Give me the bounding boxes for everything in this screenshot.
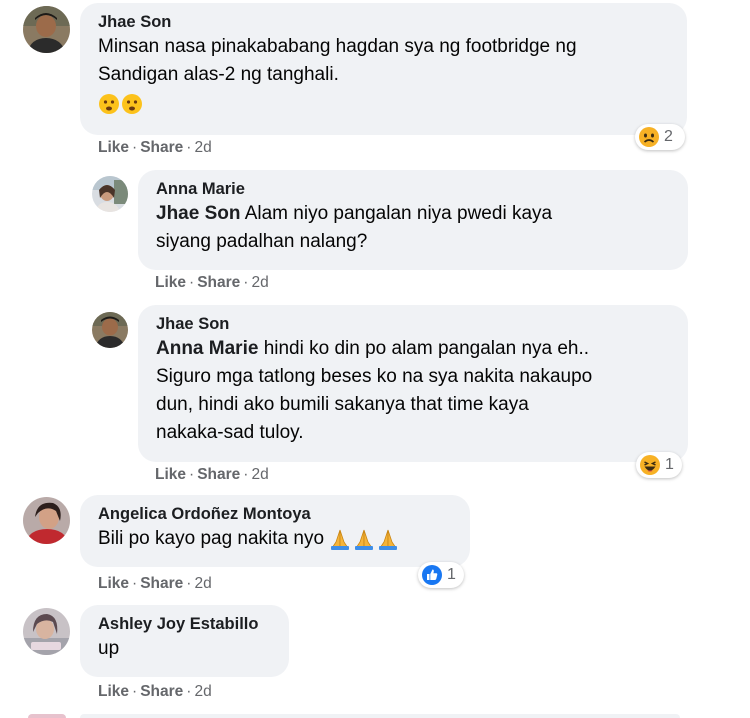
share-link[interactable]: Share	[140, 575, 183, 592]
share-link[interactable]: Share	[197, 274, 240, 291]
comment-author[interactable]: Anna Marie	[156, 179, 674, 200]
sad-reaction-icon	[639, 127, 659, 147]
next-comment-partial	[0, 712, 750, 718]
comment-text-line: Minsan nasa pinakababang hagdan sya ng f…	[98, 36, 577, 57]
separator-dot: ·	[243, 274, 249, 291]
like-link[interactable]: Like	[98, 139, 129, 156]
comment-author[interactable]: Angelica Ordoñez Montoya	[98, 504, 456, 525]
sad-face-emoji-pair	[98, 93, 673, 117]
comment-text: Alam niyo pangalan niya pwedi kaya	[240, 203, 553, 224]
share-link[interactable]: Share	[197, 466, 240, 483]
separator-dot: ·	[186, 575, 192, 592]
comment-text-line: siyang padalhan nalang?	[156, 231, 368, 252]
comment-bubble: Angelica Ordoñez Montoya Bili po kayo pa…	[80, 495, 470, 567]
mention-tag[interactable]: Jhae Son	[156, 203, 240, 224]
praying-hands-emoji-icon	[331, 529, 398, 550]
comment-actions: Like · Share · 2d	[98, 139, 212, 157]
timestamp[interactable]: 2d	[251, 466, 268, 483]
comment-bubble	[80, 714, 680, 718]
comment-bubble: Ashley Joy Estabillo up	[80, 605, 289, 677]
separator-dot: ·	[186, 139, 192, 156]
comment-text-line: Sandigan alas-2 ng tanghali.	[98, 64, 339, 85]
timestamp[interactable]: 2d	[194, 139, 211, 156]
comment-author[interactable]: Jhae Son	[98, 12, 673, 33]
avatar[interactable]	[23, 6, 70, 53]
comment-actions: Like · Share · 2d	[98, 683, 212, 701]
like-link[interactable]: Like	[155, 466, 186, 483]
comment-actions: Like · Share · 2d	[155, 274, 269, 292]
reaction-count-number: 2	[664, 128, 673, 145]
mention-tag[interactable]: Anna Marie	[156, 338, 258, 359]
share-link[interactable]: Share	[140, 139, 183, 156]
comment-text-line: nakaka-sad tuloy.	[156, 422, 304, 443]
reaction-count[interactable]: 1	[418, 562, 464, 588]
timestamp[interactable]: 2d	[194, 575, 211, 592]
reaction-count[interactable]: 2	[635, 124, 685, 150]
avatar[interactable]	[23, 497, 70, 544]
reaction-count-number: 1	[665, 456, 674, 473]
comment-text-line: dun, hindi ako bumili sakanya that time …	[156, 394, 529, 415]
separator-dot: ·	[132, 139, 138, 156]
comment-actions: Like · Share · 2d	[155, 466, 269, 484]
reaction-count[interactable]: 1	[636, 452, 682, 478]
comment-text-line: up	[98, 638, 120, 659]
comment-bubble: Jhae Son Minsan nasa pinakababang hagdan…	[80, 3, 687, 135]
avatar[interactable]	[23, 608, 70, 655]
comment-text-line: Siguro mga tatlong beses ko na sya nakit…	[156, 366, 593, 387]
haha-reaction-icon	[640, 455, 660, 475]
comment-bubble: Anna Marie Jhae Son Alam niyo pangalan n…	[138, 170, 688, 270]
avatar[interactable]	[92, 176, 128, 212]
separator-dot: ·	[132, 683, 138, 700]
like-link[interactable]: Like	[155, 274, 186, 291]
comment-text: Bili po kayo pag nakita nyo	[98, 528, 330, 549]
comment-actions: Like · Share · 2d	[98, 575, 212, 593]
comment-bubble: Jhae Son Anna Marie hindi ko din po alam…	[138, 305, 688, 462]
share-link[interactable]: Share	[140, 683, 183, 700]
comment-text: hindi ko din po alam pangalan nya eh..	[258, 338, 590, 359]
timestamp[interactable]: 2d	[194, 683, 211, 700]
separator-dot: ·	[186, 683, 192, 700]
timestamp[interactable]: 2d	[251, 274, 268, 291]
separator-dot: ·	[189, 466, 195, 483]
comment-author[interactable]: Jhae Son	[156, 314, 674, 335]
comment-text-line: Bili po kayo pag nakita nyo	[98, 525, 456, 553]
comment-author[interactable]: Ashley Joy Estabillo	[98, 614, 275, 635]
sad-face-emoji-icon	[99, 94, 142, 114]
like-link[interactable]: Like	[98, 575, 129, 592]
comment-text-line: Anna Marie hindi ko din po alam pangalan…	[156, 335, 674, 363]
like-reaction-icon	[422, 565, 442, 585]
avatar	[28, 714, 66, 718]
separator-dot: ·	[132, 575, 138, 592]
separator-dot: ·	[189, 274, 195, 291]
reaction-count-number: 1	[447, 566, 456, 583]
avatar[interactable]	[92, 312, 128, 348]
comment-text-line: Jhae Son Alam niyo pangalan niya pwedi k…	[156, 200, 674, 228]
separator-dot: ·	[243, 466, 249, 483]
like-link[interactable]: Like	[98, 683, 129, 700]
